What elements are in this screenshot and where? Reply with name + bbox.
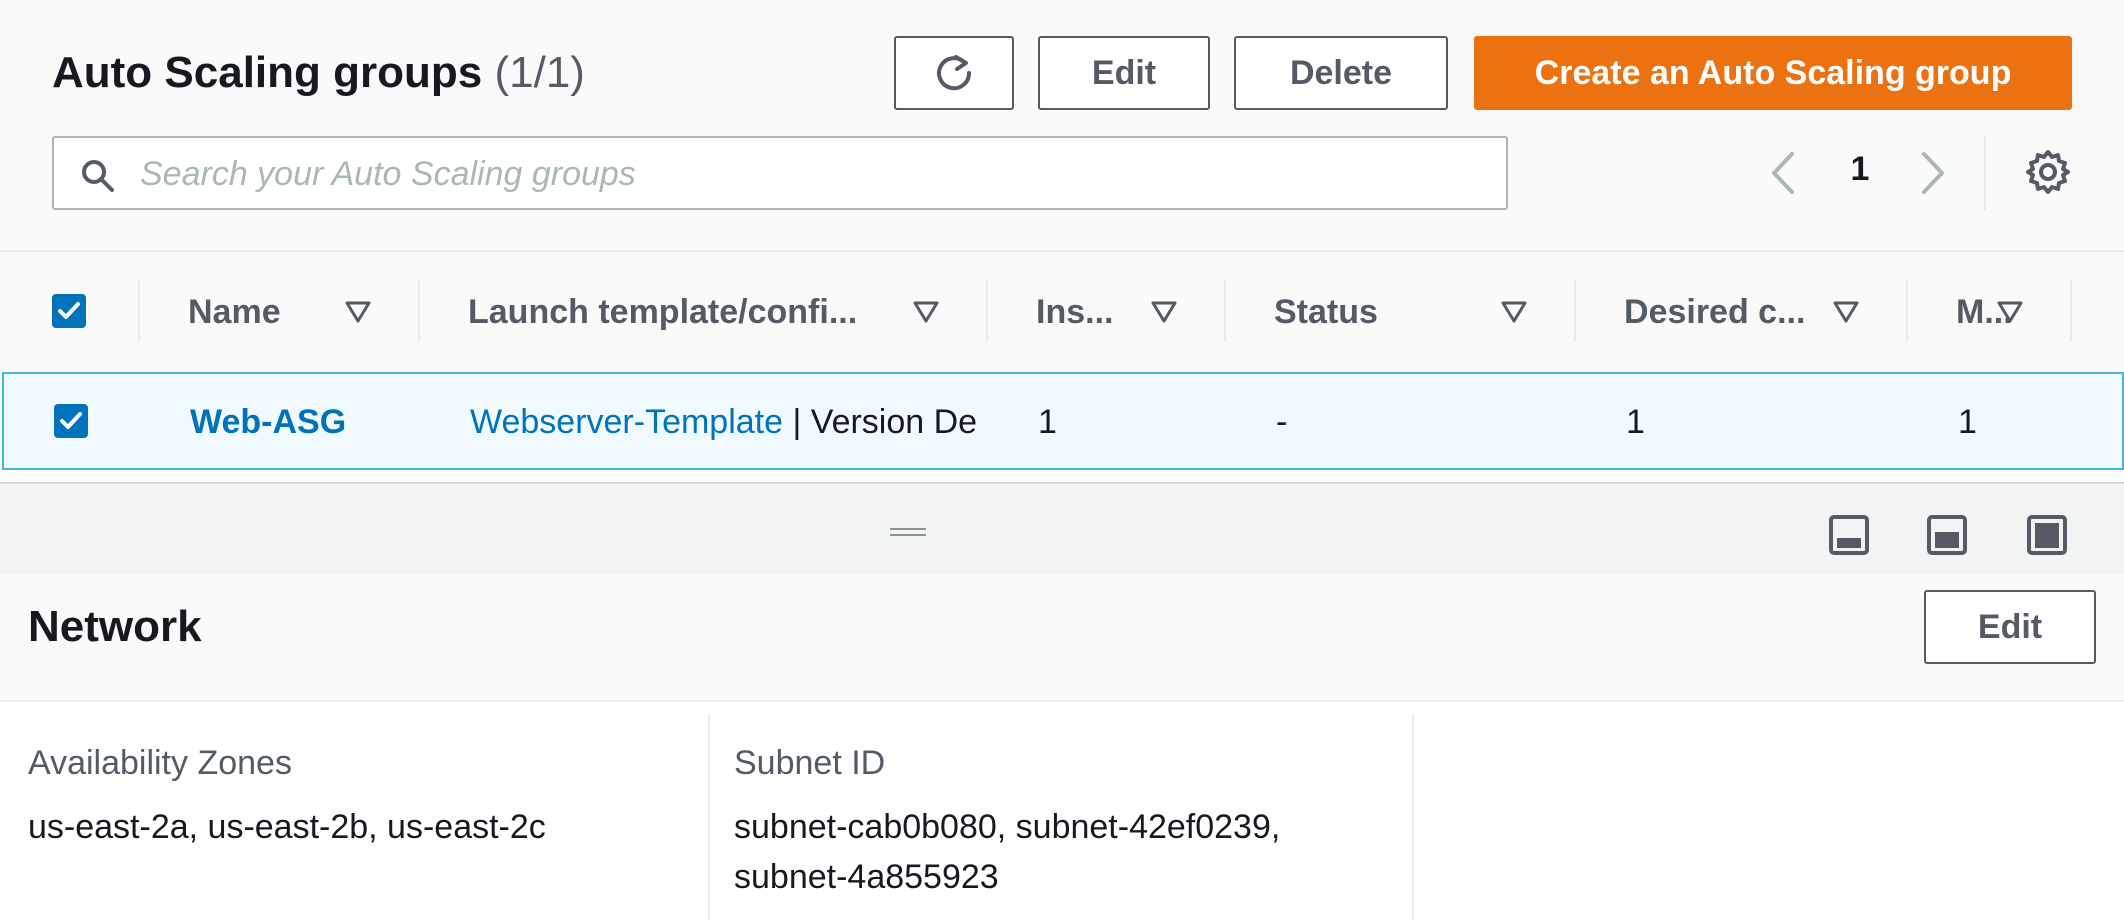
chevron-right-icon[interactable] (1918, 148, 1948, 198)
search-input[interactable] (138, 148, 1482, 200)
column-separator (986, 280, 988, 342)
column-separator (708, 714, 710, 920)
refresh-icon (937, 55, 972, 91)
details-title: Network (28, 602, 202, 651)
launch-template-version: | Version De (783, 402, 978, 441)
create-asg-button[interactable]: Create an Auto Scaling group (1474, 36, 2072, 110)
subnet-id-value-line-1: subnet-cab0b080, subnet-42ef0239, (734, 808, 1281, 846)
drag-handle-icon[interactable] (890, 528, 926, 536)
search-icon (82, 160, 114, 192)
column-separator (1574, 280, 1576, 342)
column-header-instances[interactable]: Ins... (1036, 252, 1113, 372)
delete-button[interactable]: Delete (1234, 36, 1448, 110)
split-panel-bar (0, 482, 2124, 576)
select-all-checkbox[interactable] (52, 294, 86, 328)
column-header-launch-template[interactable]: Launch template/confi... (468, 252, 857, 372)
refresh-button[interactable] (894, 36, 1014, 110)
subnet-id-label: Subnet ID (734, 744, 886, 782)
column-separator (138, 280, 140, 342)
sort-icon[interactable] (344, 300, 372, 324)
launch-template-link[interactable]: Webserver-Template (470, 403, 783, 442)
column-header-status[interactable]: Status (1274, 252, 1378, 372)
sort-icon[interactable] (1832, 300, 1860, 324)
column-separator (1412, 714, 1414, 920)
subnet-id-value-line-2: subnet-4a855923 (734, 858, 999, 896)
launch-template-cell: Webserver-Template | Version De (470, 374, 990, 470)
table-header: Name Launch template/confi... Ins... Sta… (0, 250, 2124, 372)
selection-count: (1/1) (494, 48, 585, 97)
network-edit-button[interactable]: Edit (1924, 590, 2096, 664)
instances-cell: 1 (1038, 402, 1057, 441)
details-body: Availability Zones us-east-2a, us-east-2… (0, 702, 2124, 920)
sort-icon[interactable] (1500, 300, 1528, 324)
split-side-icon[interactable] (1926, 514, 1968, 556)
sort-icon[interactable] (1150, 300, 1178, 324)
divider (1984, 136, 1986, 210)
split-bottom-icon[interactable] (1828, 514, 1870, 556)
row-checkbox[interactable] (54, 404, 88, 438)
asg-name-link[interactable]: Web-ASG (190, 374, 346, 470)
gear-icon[interactable] (2024, 148, 2072, 196)
availability-zones-label: Availability Zones (28, 744, 292, 782)
checkbox-checked-icon (60, 412, 82, 429)
column-separator (418, 280, 420, 342)
status-cell: - (1276, 402, 1288, 441)
sort-icon[interactable] (912, 300, 940, 324)
column-separator (2070, 280, 2072, 342)
column-header-name[interactable]: Name (188, 252, 281, 372)
column-separator (1906, 280, 1908, 342)
edit-button[interactable]: Edit (1038, 36, 1210, 110)
column-header-desired-capacity[interactable]: Desired c... (1624, 252, 1805, 372)
sort-icon[interactable] (1996, 300, 2024, 324)
chevron-left-icon[interactable] (1768, 148, 1798, 198)
search-box[interactable] (52, 136, 1508, 210)
current-page[interactable]: 1 (1840, 150, 1880, 189)
checkbox-checked-icon (58, 302, 80, 319)
page-title-text: Auto Scaling groups (52, 48, 483, 97)
availability-zones-value: us-east-2a, us-east-2b, us-east-2c (28, 808, 546, 846)
split-full-icon[interactable] (2026, 514, 2068, 556)
min-cell: 1 (1958, 402, 1977, 441)
details-header: Network Edit (0, 574, 2124, 702)
desired-capacity-cell: 1 (1626, 402, 1645, 441)
table-row[interactable]: Web-ASG Webserver-Template | Version De … (2, 372, 2124, 470)
page-title: Auto Scaling groups (1/1) (52, 48, 585, 98)
column-separator (1224, 280, 1226, 342)
asg-header-panel: Auto Scaling groups (1/1) Edit Delete Cr… (0, 0, 2124, 250)
